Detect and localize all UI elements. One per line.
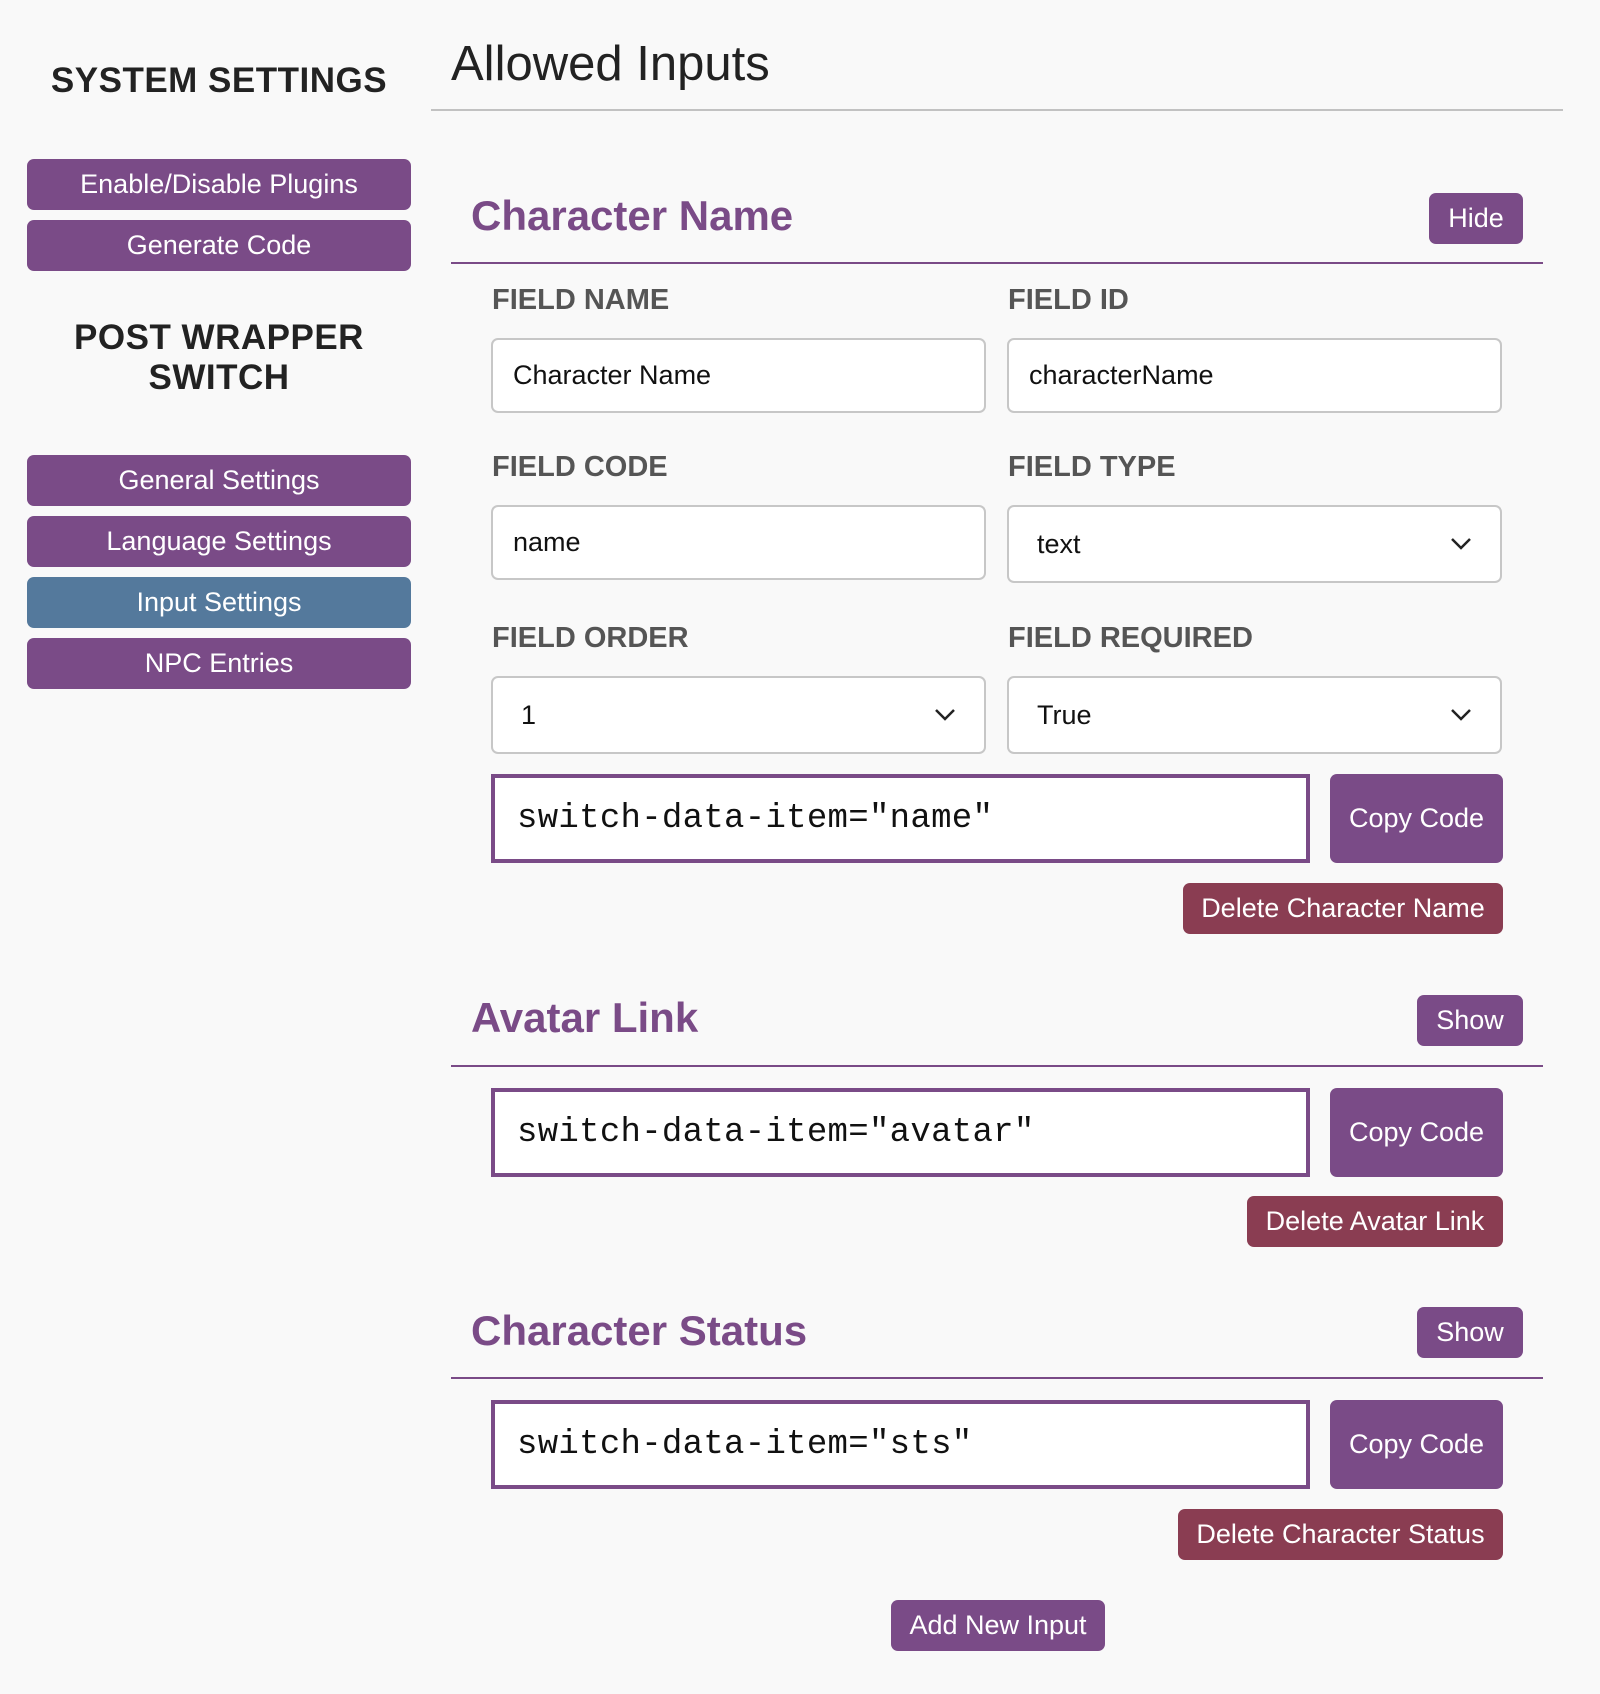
copy-code-button[interactable]: Copy Code — [1330, 774, 1503, 863]
section-divider — [451, 1065, 1543, 1067]
chevron-down-icon — [935, 709, 955, 721]
field-required-value: True — [1037, 699, 1092, 730]
field-required-select[interactable]: True — [1007, 676, 1502, 754]
copy-code-button[interactable]: Copy Code — [1330, 1400, 1503, 1489]
field-order-label: FIELD ORDER — [492, 622, 689, 654]
show-button[interactable]: Show — [1417, 995, 1523, 1046]
delete-avatar-link-button[interactable]: Delete Avatar Link — [1247, 1196, 1503, 1247]
sidebar-item-language-settings[interactable]: Language Settings — [27, 516, 411, 567]
code-snippet-box[interactable]: switch-data-item="avatar" — [491, 1088, 1310, 1177]
field-required-label: FIELD REQUIRED — [1008, 622, 1253, 654]
chevron-down-icon — [1451, 538, 1471, 550]
sidebar-item-npc-entries[interactable]: NPC Entries — [27, 638, 411, 689]
field-name-label: FIELD NAME — [492, 284, 670, 316]
generate-code-button[interactable]: Generate Code — [27, 220, 411, 271]
section-divider — [451, 262, 1543, 264]
field-code-label: FIELD CODE — [492, 451, 668, 483]
post-wrapper-heading-line2: SWITCH — [148, 358, 290, 397]
post-wrapper-heading-line1: POST WRAPPER — [74, 318, 364, 357]
code-snippet-box[interactable]: switch-data-item="name" — [491, 774, 1310, 863]
delete-character-name-button[interactable]: Delete Character Name — [1183, 883, 1503, 934]
field-name-input[interactable] — [491, 338, 986, 413]
enable-disable-plugins-button[interactable]: Enable/Disable Plugins — [27, 159, 411, 210]
field-order-select[interactable]: 1 — [491, 676, 986, 754]
post-wrapper-switch-heading: POST WRAPPER SWITCH — [27, 318, 411, 398]
section-title-character-status: Character Status — [471, 1307, 808, 1354]
field-id-input[interactable] — [1007, 338, 1502, 413]
section-divider — [451, 1377, 1543, 1379]
section-title-character-name: Character Name — [471, 192, 794, 239]
title-divider — [431, 109, 1563, 111]
sidebar-item-general-settings[interactable]: General Settings — [27, 455, 411, 506]
section-title-avatar-link: Avatar Link — [471, 994, 699, 1041]
field-type-value: text — [1037, 528, 1081, 559]
copy-code-button[interactable]: Copy Code — [1330, 1088, 1503, 1177]
field-order-value: 1 — [521, 699, 537, 730]
page-title: Allowed Inputs — [451, 37, 770, 91]
sidebar-item-input-settings[interactable]: Input Settings — [27, 577, 411, 628]
system-settings-heading: SYSTEM SETTINGS — [50, 61, 388, 100]
code-snippet-box[interactable]: switch-data-item="sts" — [491, 1400, 1310, 1489]
field-type-label: FIELD TYPE — [1008, 451, 1176, 483]
delete-character-status-button[interactable]: Delete Character Status — [1178, 1509, 1503, 1560]
show-button[interactable]: Show — [1417, 1307, 1523, 1358]
hide-button[interactable]: Hide — [1429, 193, 1523, 244]
field-type-select[interactable]: text — [1007, 505, 1502, 583]
chevron-down-icon — [1451, 709, 1471, 721]
add-new-input-button[interactable]: Add New Input — [891, 1600, 1105, 1651]
field-id-label: FIELD ID — [1008, 284, 1129, 316]
field-code-input[interactable] — [491, 505, 986, 580]
